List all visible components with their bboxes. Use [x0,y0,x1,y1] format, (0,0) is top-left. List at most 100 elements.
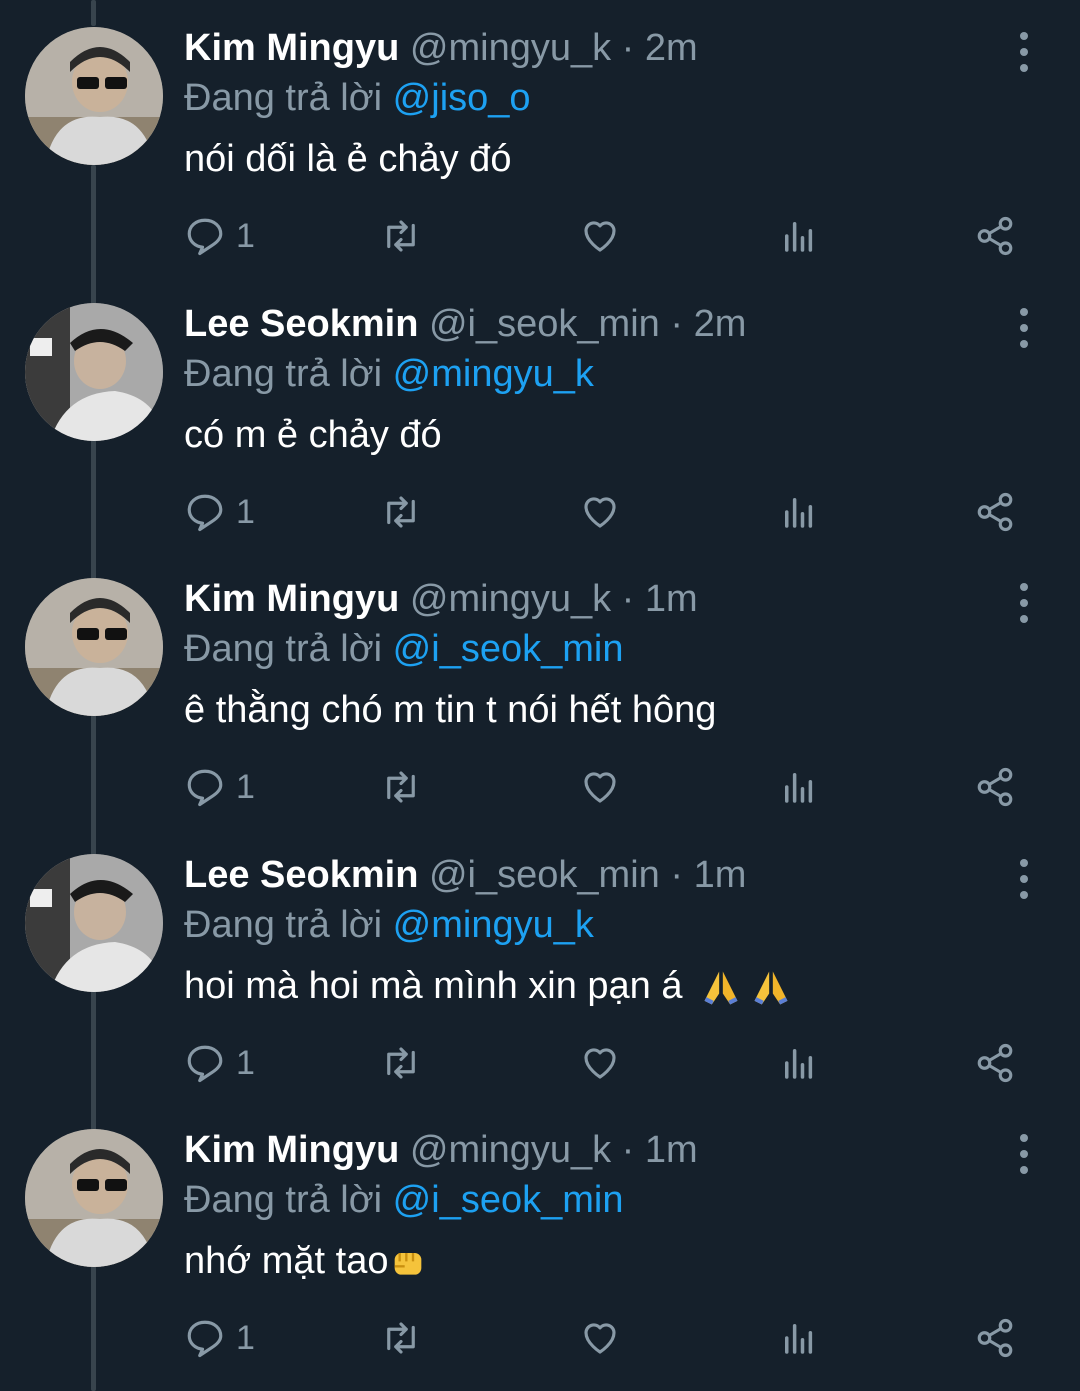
reply-prefix: Đang trả lời [184,904,383,946]
oncoming-fist-icon [395,1252,422,1275]
reply-button[interactable]: 1 [184,747,255,827]
separator-dot: · [621,578,635,620]
reply-count: 1 [236,767,255,806]
reply-mention[interactable]: @i_seok_min [393,628,624,670]
reply-button[interactable]: 1 [184,472,255,552]
reply-icon [187,769,223,807]
author-name[interactable]: Kim Mingyu [184,578,399,620]
retweet-button[interactable] [380,1298,422,1378]
reply-prefix: Đang trả lời [184,1179,383,1221]
heart-icon [584,1048,616,1079]
avatar[interactable] [25,578,163,716]
share-icon [977,1318,1013,1358]
heart-icon [584,1323,616,1354]
reply-count: 1 [236,1318,255,1357]
tweet[interactable]: Kim Mingyu @mingyu_k · 1m Đang trả lời @… [0,1102,1080,1378]
share-button[interactable] [974,747,1016,827]
like-button[interactable] [579,472,621,552]
tweet-text: nói dối là ẻ chảy đó [184,138,512,180]
folded-hands-icon [704,971,738,1005]
author-handle[interactable]: @mingyu_k [410,27,611,69]
reply-button[interactable]: 1 [184,196,255,276]
heart-icon [584,772,616,803]
heart-icon [584,497,616,528]
analytics-icon [785,498,813,528]
author-handle[interactable]: @mingyu_k [410,578,611,620]
timestamp[interactable]: 1m [694,854,747,896]
tweet[interactable]: Lee Seokmin @i_seok_min · 1m Đang trả lờ… [0,827,1080,1103]
analytics-icon [785,773,813,803]
like-button[interactable] [579,1298,621,1378]
author-handle[interactable]: @i_seok_min [429,854,660,896]
analytics-button[interactable] [778,747,820,827]
more-options-icon[interactable] [1012,583,1036,623]
like-button[interactable] [579,747,621,827]
share-icon [977,216,1013,256]
share-button[interactable] [974,196,1016,276]
reply-prefix: Đang trả lời [184,77,383,119]
timestamp[interactable]: 1m [645,1129,698,1171]
author-handle[interactable]: @i_seok_min [429,303,660,345]
timestamp[interactable]: 1m [645,578,698,620]
avatar[interactable] [25,303,163,441]
author-name[interactable]: Lee Seokmin [184,854,418,896]
author-name[interactable]: Kim Mingyu [184,1129,399,1171]
retweet-icon [387,1322,415,1354]
avatar[interactable] [25,854,163,992]
like-button[interactable] [579,1023,621,1103]
heart-icon [584,221,616,252]
timestamp[interactable]: 2m [694,303,747,345]
reply-button[interactable]: 1 [184,1023,255,1103]
tweet-actions: 1 [184,196,1034,276]
analytics-button[interactable] [778,1023,820,1103]
author-handle[interactable]: @mingyu_k [410,1129,611,1171]
retweet-button[interactable] [380,1023,422,1103]
retweet-button[interactable] [380,472,422,552]
retweet-button[interactable] [380,196,422,276]
retweet-button[interactable] [380,747,422,827]
retweet-icon [387,771,415,803]
tweet-text-row: hoi mà hoi mà mình xin pạn á [184,961,1000,1011]
separator-dot: · [621,1129,635,1171]
more-options-icon[interactable] [1012,308,1036,348]
separator-dot: · [621,27,635,69]
analytics-button[interactable] [778,196,820,276]
reply-count: 1 [236,492,255,531]
tweet-text: ê thằng chó m tin t nói hết hông [184,689,717,731]
separator-dot: · [670,854,683,896]
tweet[interactable]: Kim Mingyu @mingyu_k · 2m Đang trả lời @… [0,0,1080,276]
share-button[interactable] [974,472,1016,552]
retweet-icon [387,496,415,528]
avatar[interactable] [25,27,163,165]
reply-count: 1 [236,216,255,255]
reply-mention[interactable]: @jiso_o [393,77,531,119]
reply-icon [187,1045,223,1083]
tweet-actions: 1 [184,1298,1034,1378]
reply-icon [187,1320,223,1358]
like-button[interactable] [579,196,621,276]
tweet[interactable]: Lee Seokmin @i_seok_min · 2m Đang trả lờ… [0,276,1080,552]
reply-icon [187,218,223,256]
tweet-text: nhớ mặt tao [184,1240,389,1282]
analytics-button[interactable] [778,1298,820,1378]
more-options-icon[interactable] [1012,32,1036,72]
share-button[interactable] [974,1298,1016,1378]
more-options-icon[interactable] [1012,1134,1036,1174]
analytics-button[interactable] [778,472,820,552]
more-options-icon[interactable] [1012,859,1036,899]
reply-mention[interactable]: @mingyu_k [393,904,594,946]
timestamp[interactable]: 2m [645,27,698,69]
author-name[interactable]: Kim Mingyu [184,27,399,69]
tweet-actions: 1 [184,747,1034,827]
author-name[interactable]: Lee Seokmin [184,303,418,345]
tweet[interactable]: Kim Mingyu @mingyu_k · 1m Đang trả lời @… [0,551,1080,827]
tweet-text: có m ẻ chảy đó [184,414,442,456]
reply-mention[interactable]: @i_seok_min [393,1179,624,1221]
reply-mention[interactable]: @mingyu_k [393,353,594,395]
retweet-icon [387,1047,415,1079]
share-button[interactable] [974,1023,1016,1103]
avatar[interactable] [25,1129,163,1267]
reply-icon [187,494,223,532]
reply-button[interactable]: 1 [184,1298,255,1378]
analytics-icon [785,222,813,252]
